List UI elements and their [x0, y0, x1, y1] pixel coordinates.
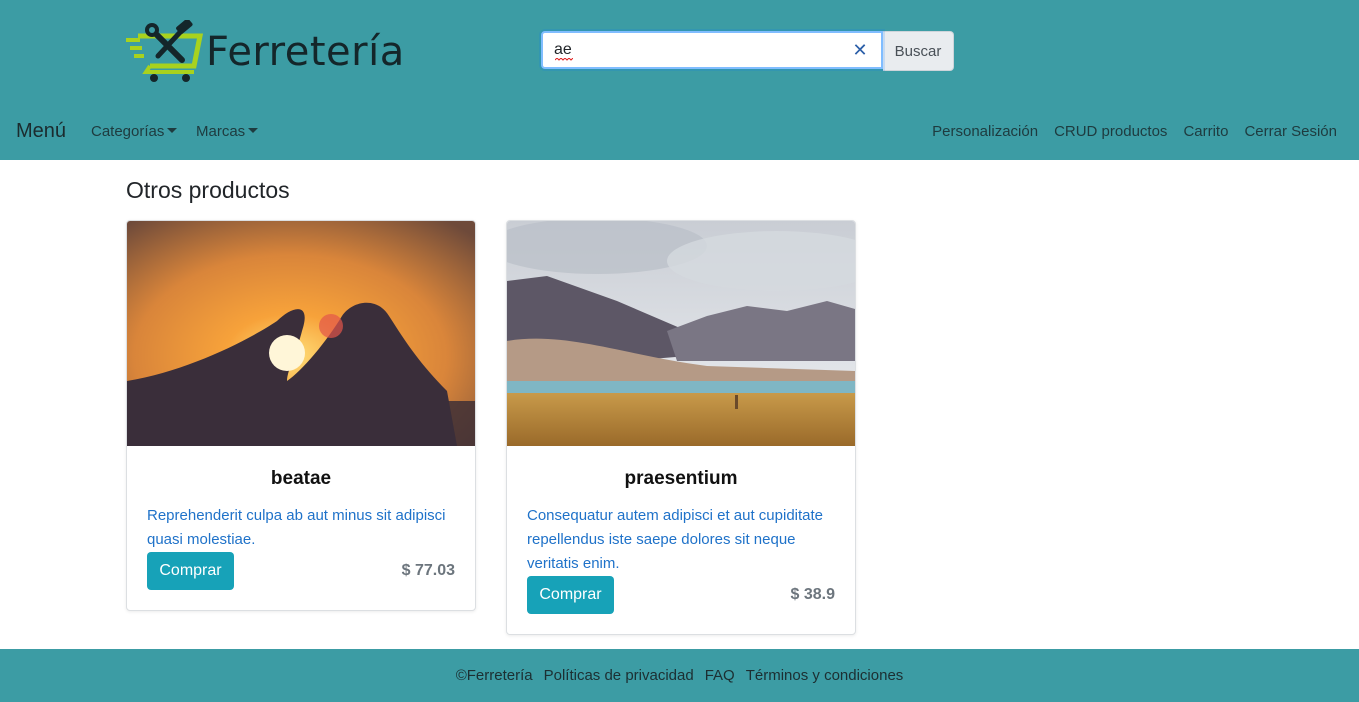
nav-link-cart[interactable]: Carrito: [1183, 123, 1228, 140]
product-price: $ 77.03: [401, 562, 455, 579]
close-icon[interactable]: ✕: [851, 41, 869, 59]
product-card: beatae Reprehenderit culpa ab aut minus …: [126, 220, 476, 611]
caret-down-icon: [248, 128, 259, 133]
footer-copyright: ©Ferretería: [455, 667, 533, 684]
nav-link-personalization[interactable]: Personalización: [932, 123, 1038, 140]
header: Ferretería ✕ Buscar Menú Categorías Marc…: [0, 0, 1359, 160]
categories-dropdown-label: Categorías: [91, 123, 165, 140]
section-title: Otros productos: [126, 177, 290, 203]
hands-heart-sunset-photo: [127, 221, 475, 446]
search-button[interactable]: Buscar: [883, 31, 954, 71]
nav-link-logout[interactable]: Cerrar Sesión: [1244, 123, 1337, 140]
buy-button[interactable]: Comprar: [147, 552, 234, 590]
nav-link-crud-products[interactable]: CRUD productos: [1054, 123, 1167, 140]
product-footer: Comprar $ 38.9: [507, 576, 855, 634]
caret-down-icon: [167, 128, 178, 133]
search-input[interactable]: [543, 33, 854, 67]
product-description: Reprehenderit culpa ab aut minus sit adi…: [147, 507, 446, 548]
product-name: beatae: [270, 468, 332, 489]
footer-link-privacy[interactable]: Políticas de privacidad: [544, 667, 694, 684]
mountain-lake-photo: [507, 221, 855, 446]
main-navbar: Menú Categorías Marcas Personalización C…: [0, 110, 1359, 154]
brands-dropdown[interactable]: Marcas: [196, 123, 259, 140]
nav-right-links: Personalización CRUD productos Carrito C…: [932, 123, 1337, 140]
buy-button[interactable]: Comprar: [527, 576, 614, 614]
hardware-cart-logo-icon: [126, 20, 204, 82]
site-logo[interactable]: Ferretería: [124, 20, 405, 84]
search-field[interactable]: ✕: [541, 31, 883, 69]
menu-brand[interactable]: Menú: [16, 120, 66, 143]
footer-link-terms[interactable]: Términos y condiciones: [746, 667, 904, 684]
categories-dropdown[interactable]: Categorías: [91, 123, 178, 140]
product-name: praesentium: [624, 468, 738, 489]
product-footer: Comprar $ 77.03: [127, 552, 475, 610]
product-price: $ 38.9: [790, 586, 835, 603]
footer: ©Ferretería Políticas de privacidad FAQ …: [0, 649, 1359, 702]
footer-link-faq[interactable]: FAQ: [705, 667, 735, 684]
logo-text: Ferretería: [206, 29, 405, 75]
search-bar: ✕ Buscar: [541, 31, 954, 71]
brands-dropdown-label: Marcas: [196, 123, 246, 140]
product-description: Consequatur autem adipisci et aut cupidi…: [527, 507, 824, 572]
spellcheck-underline: [555, 58, 573, 61]
product-card: praesentium Consequatur autem adipisci e…: [506, 220, 856, 635]
